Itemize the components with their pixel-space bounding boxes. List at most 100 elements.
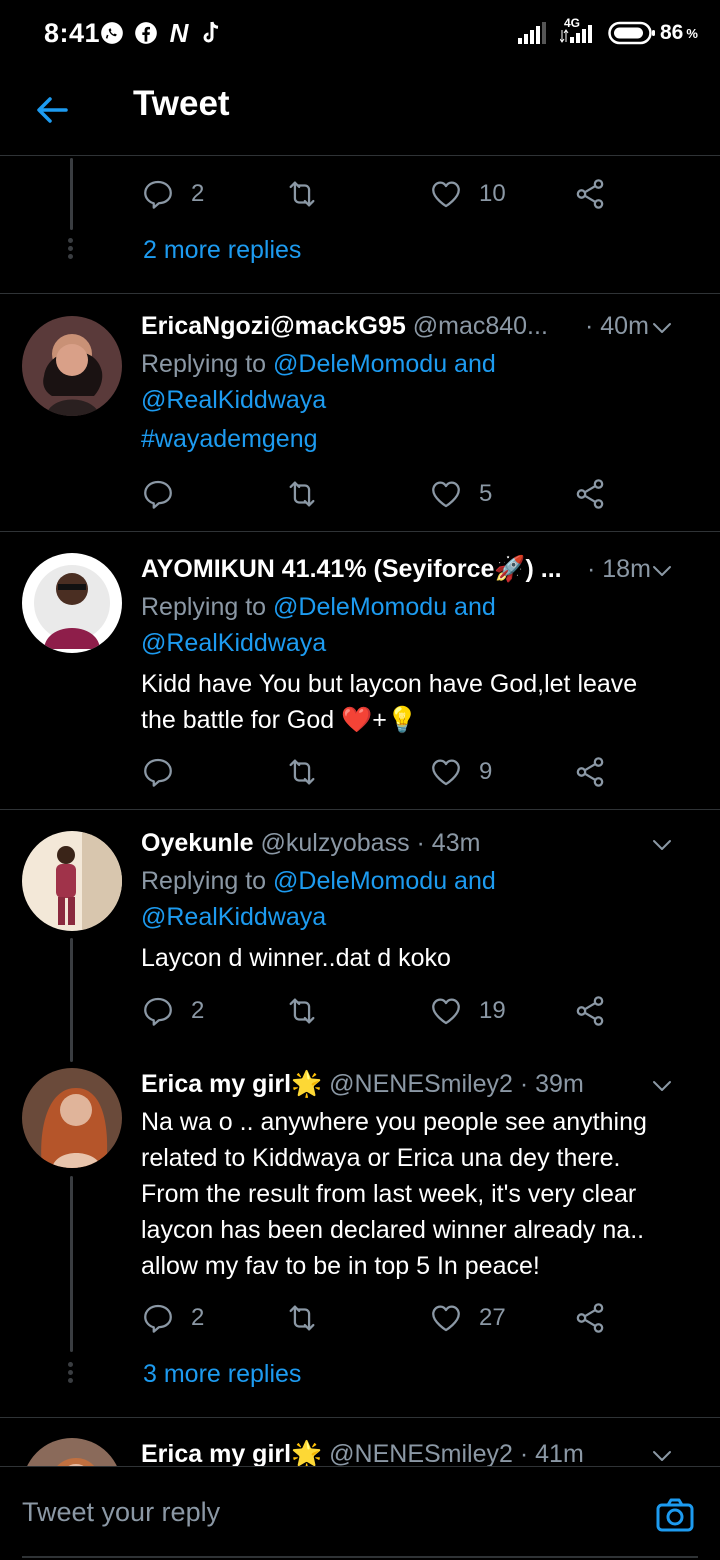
like-count: 19 — [479, 997, 506, 1024]
action-bar: 9 — [141, 752, 621, 792]
display-name[interactable]: EricaNgozi@mackG95 — [141, 312, 406, 340]
mention-link[interactable]: @DeleMomodu and — [273, 593, 496, 621]
avatar[interactable] — [22, 1068, 122, 1168]
page-title: Tweet — [133, 84, 230, 123]
thread-line — [70, 158, 73, 230]
action-bar: 2 27 — [141, 1298, 621, 1338]
retweet-button[interactable] — [285, 1298, 319, 1338]
timestamp: · 18m — [585, 555, 651, 584]
chevron-down-icon[interactable] — [650, 833, 674, 857]
tweet-text-line: allow my fav to be in top 5 In peace! — [141, 1252, 540, 1280]
mention-link[interactable]: @RealKiddwaya — [141, 903, 326, 931]
thread-line — [70, 938, 73, 1062]
heart-icon — [429, 1301, 463, 1335]
handle: @NENESmiley2 — [329, 1440, 513, 1468]
status-time: 8:41 — [44, 18, 101, 48]
back-arrow-icon[interactable] — [32, 90, 72, 130]
reply-composer: Tweet your reply — [0, 1466, 720, 1560]
display-name[interactable]: Oyekunle — [141, 829, 254, 857]
like-count: 27 — [479, 1304, 506, 1331]
share-button[interactable] — [573, 752, 607, 792]
handle: @NENESmiley2 — [329, 1070, 513, 1098]
display-name[interactable]: AYOMIKUN 41.41% (Seyiforce🚀) ... — [141, 555, 562, 583]
mention-link[interactable]: @RealKiddwaya — [141, 629, 326, 657]
timestamp: · 39m — [519, 1070, 584, 1098]
camera-icon[interactable] — [655, 1495, 695, 1535]
reply-button[interactable] — [141, 752, 191, 792]
retweet-icon — [285, 1301, 319, 1335]
divider — [0, 293, 720, 294]
battery-unit: % — [686, 25, 698, 41]
replying-prefix: Replying to — [141, 867, 274, 895]
heart-icon — [429, 755, 463, 789]
avatar[interactable] — [22, 316, 122, 416]
reply-icon — [141, 755, 175, 789]
header: Tweet — [0, 66, 720, 156]
display-name[interactable]: Erica my girl🌟 — [141, 1440, 322, 1468]
replying-prefix: Replying to — [141, 593, 274, 621]
like-button[interactable]: 5 — [429, 474, 492, 514]
share-button[interactable] — [573, 1298, 607, 1338]
share-icon — [573, 994, 607, 1028]
more-replies-link[interactable]: 3 more replies — [143, 1360, 301, 1389]
chevron-down-icon[interactable] — [650, 1074, 674, 1098]
hashtag-link[interactable]: #wayademgeng — [141, 425, 318, 454]
more-replies-link[interactable]: 2 more replies — [143, 236, 301, 265]
divider — [0, 809, 720, 810]
divider — [0, 1417, 720, 1418]
replying-to: Replying to @DeleMomodu and @RealKiddway… — [141, 589, 496, 661]
tweet-text-line: Kidd have You but laycon have God,let le… — [141, 670, 638, 698]
handle: @mac840... — [412, 312, 548, 340]
thread-dots — [68, 1362, 74, 1383]
signal-4g-icon: 4G — [560, 16, 598, 48]
chevron-down-icon[interactable] — [650, 1444, 674, 1468]
share-button[interactable] — [573, 474, 607, 514]
thread-line — [70, 1176, 73, 1352]
retweet-button[interactable] — [285, 174, 319, 214]
chevron-down-icon[interactable] — [650, 316, 674, 340]
like-button[interactable]: 27 — [429, 1298, 506, 1338]
battery-icon — [608, 18, 656, 48]
share-button[interactable] — [573, 174, 607, 214]
like-button[interactable]: 9 — [429, 752, 492, 792]
share-button[interactable] — [573, 991, 607, 1031]
mention-link[interactable]: @DeleMomodu and — [273, 350, 496, 378]
reply-count: 2 — [191, 997, 205, 1024]
retweet-button[interactable] — [285, 474, 319, 514]
retweet-button[interactable] — [285, 991, 319, 1031]
signal-icon — [518, 18, 546, 48]
reply-button[interactable]: 2 — [141, 174, 204, 214]
avatar[interactable] — [22, 553, 122, 653]
like-button[interactable]: 19 — [429, 991, 506, 1031]
tweet-text: Kidd have You but laycon have God,let le… — [141, 666, 701, 738]
like-button[interactable]: 10 — [429, 174, 506, 214]
status-bar: 8:41 N 4G 86% — [0, 0, 720, 66]
timestamp: · 40m — [585, 312, 649, 340]
retweet-icon — [285, 994, 319, 1028]
like-count: 9 — [479, 758, 493, 785]
reply-button[interactable]: 2 — [141, 991, 204, 1031]
timestamp: · 43m — [416, 829, 481, 857]
tweet-text-line: Na wa o .. anywhere you people see anyth… — [141, 1108, 647, 1136]
chevron-down-icon[interactable] — [650, 559, 674, 583]
timestamp: · 41m — [519, 1440, 584, 1468]
retweet-icon — [285, 177, 319, 211]
mention-link[interactable]: @RealKiddwaya — [141, 386, 326, 414]
display-name[interactable]: Erica my girl🌟 — [141, 1070, 322, 1098]
mention-link[interactable]: @DeleMomodu and — [273, 867, 496, 895]
reply-button[interactable] — [141, 474, 191, 514]
retweet-button[interactable] — [285, 752, 319, 792]
tiktok-icon — [198, 18, 224, 48]
tweet-text-line: related to Kiddwaya or Erica una dey the… — [141, 1144, 621, 1172]
tweet-text-line: laycon has been declared winner already … — [141, 1216, 645, 1244]
thread-dots — [68, 238, 74, 259]
facebook-icon — [132, 18, 160, 48]
retweet-icon — [285, 755, 319, 789]
like-count: 10 — [479, 180, 506, 207]
avatar[interactable] — [22, 831, 122, 931]
reply-input[interactable]: Tweet your reply — [22, 1497, 220, 1528]
reply-button[interactable]: 2 — [141, 1298, 204, 1338]
tweet-text: Na wa o .. anywhere you people see anyth… — [141, 1104, 701, 1284]
action-bar: 2 10 — [141, 174, 621, 214]
tweet-text-line: Laycon d winner..dat d koko — [141, 944, 451, 972]
